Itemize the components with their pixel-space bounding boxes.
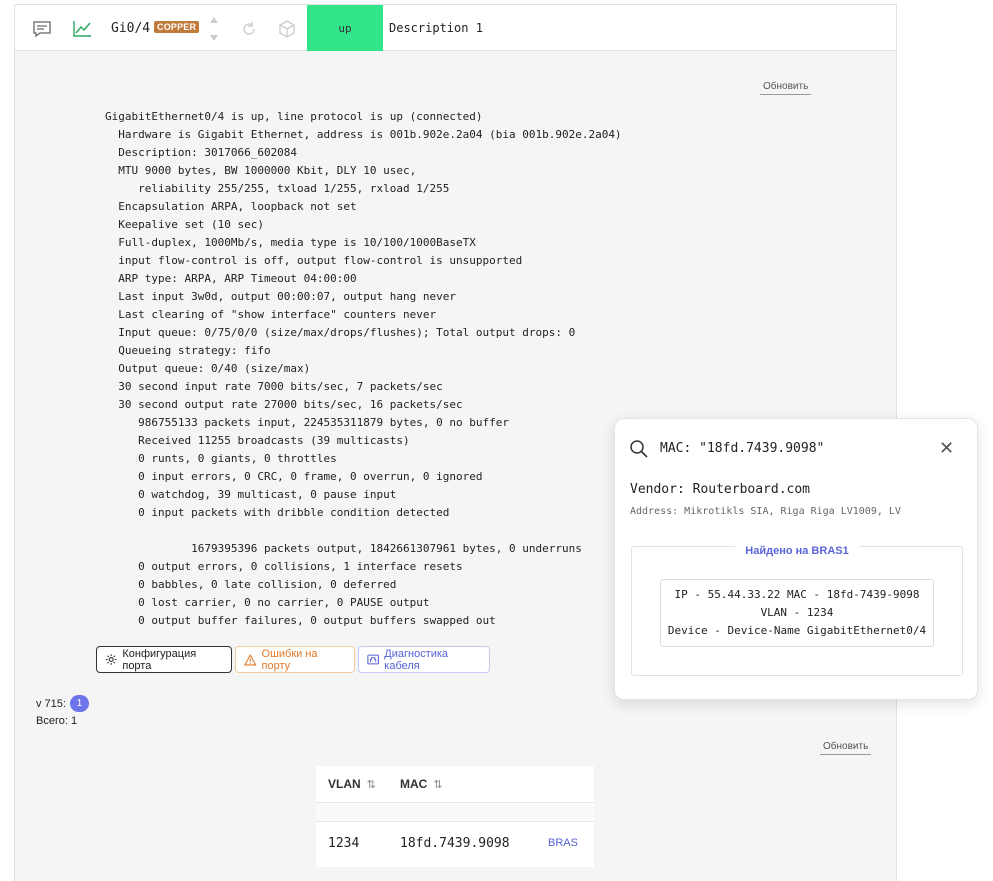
interface-toolbar: Gi0/4 COPPER up Description 1 <box>14 4 897 51</box>
status-badge: up <box>307 5 383 51</box>
found-line: Device - Device-Name GigabitEthernet0/4 <box>667 624 927 637</box>
table-divider <box>316 802 594 822</box>
column-header-vlan[interactable]: VLAN ⇅ <box>328 777 376 791</box>
port-errors-label: Ошибки на порту <box>261 647 318 672</box>
found-line: IP - 55.44.33.22 MAC - 18fd-7439-9098 <box>674 588 920 601</box>
table-cell-mac: 18fd.7439.9098 <box>400 836 510 851</box>
chart-line-icon[interactable] <box>71 18 93 40</box>
bras-link[interactable]: BRAS <box>548 837 578 849</box>
vlan-label: v 715: <box>36 697 66 710</box>
warning-icon <box>244 653 257 665</box>
vlan-summary: v 715: 1 <box>36 695 89 712</box>
vlan-count-badge: 1 <box>69 695 89 712</box>
address-text: Address: Mikrotikls SIA, Riga Riga LV100… <box>630 506 901 517</box>
sort-icon: ⇅ <box>433 778 443 791</box>
mac-lookup-popup: MAC: "18fd.7439.9098" ✕ Vendor: Routerbo… <box>614 418 978 700</box>
port-config-button[interactable]: Конфигурация порта <box>96 646 232 673</box>
found-line: VLAN - 1234 <box>760 606 834 619</box>
found-details: IP - 55.44.33.22 MAC - 18fd-7439-9098 VL… <box>660 579 934 647</box>
refresh-interface-button[interactable]: Обновить <box>760 81 812 95</box>
total-count: Всего: 1 <box>36 715 78 727</box>
refresh-mac-button[interactable]: Обновить <box>820 741 872 755</box>
interface-output: GigabitEthernet0/4 is up, line protocol … <box>105 110 622 627</box>
column-header-mac[interactable]: MAC ⇅ <box>400 777 443 791</box>
found-title: Найдено на BRAS1 <box>735 545 859 557</box>
sort-icon: ⇅ <box>366 778 376 791</box>
search-icon <box>629 439 649 463</box>
port-errors-button[interactable]: Ошибки на порту <box>235 646 355 673</box>
gear-icon <box>105 654 117 665</box>
port-config-label: Конфигурация порта <box>122 647 197 672</box>
popup-title: MAC: "18fd.7439.9098" <box>660 441 825 456</box>
column-header-vlan-label: VLAN <box>328 777 361 791</box>
table-cell-vlan: 1234 <box>328 836 360 851</box>
cable-diagnostics-label: Диагностика кабеля <box>384 647 449 672</box>
interface-description: Description 1 <box>389 21 483 35</box>
refresh-icon[interactable] <box>238 18 260 40</box>
cube-icon[interactable] <box>276 18 298 40</box>
sort-stepper-icon[interactable] <box>203 13 225 45</box>
comment-icon[interactable] <box>31 18 53 40</box>
vendor-text: Vendor: Routerboard.com <box>630 482 811 497</box>
close-icon[interactable]: ✕ <box>939 440 954 458</box>
column-header-mac-label: MAC <box>400 777 428 791</box>
status-text: up <box>338 21 352 35</box>
cable-diagnostics-button[interactable]: Диагностика кабеля <box>358 646 490 673</box>
media-type-badge: COPPER <box>154 21 200 33</box>
ethernet-port-icon <box>367 654 379 665</box>
mac-table: VLAN ⇅ MAC ⇅ 1234 18fd.7439.9098 BRAS <box>316 766 594 867</box>
found-group: Найдено на BRAS1 IP - 55.44.33.22 MAC - … <box>631 545 963 676</box>
interface-name: Gi0/4 <box>111 21 151 36</box>
